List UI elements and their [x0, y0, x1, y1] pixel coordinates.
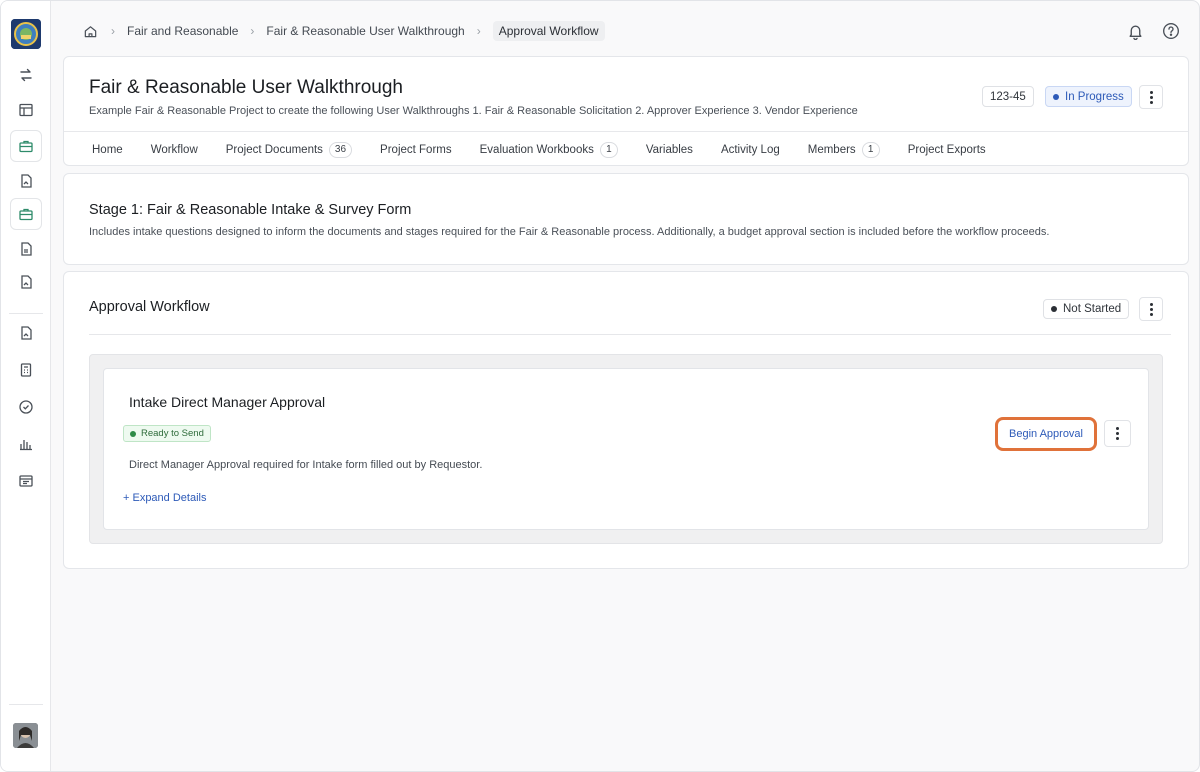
ready-status-badge: Ready to Send	[123, 425, 211, 442]
tab-label: Workflow	[150, 143, 198, 156]
project-tabs: Home Workflow Project Documents 36 Proje…	[64, 131, 1188, 167]
document-icon[interactable]	[10, 165, 42, 197]
tab-label: Variables	[645, 143, 693, 156]
breadcrumb-separator: ›	[111, 24, 115, 38]
breadcrumb-item[interactable]: Fair and Reasonable	[127, 24, 238, 38]
app-window: › Fair and Reasonable › Fair & Reasonabl…	[0, 0, 1200, 772]
swap-icon[interactable]	[10, 59, 42, 91]
sidebar-divider	[9, 704, 43, 705]
avatar[interactable]	[13, 723, 38, 748]
project-id: 123-45	[990, 90, 1026, 103]
ready-status-label: Ready to Send	[141, 428, 204, 439]
workflow-title: Approval Workflow	[89, 299, 210, 315]
project-header-card: Fair & Reasonable User Walkthrough Examp…	[63, 56, 1189, 166]
step-more-options-button[interactable]	[1104, 420, 1131, 447]
layout-icon[interactable]	[10, 94, 42, 126]
approval-step-description: Direct Manager Approval required for Int…	[129, 459, 483, 471]
tab-label: Project Forms	[380, 143, 452, 156]
tab-project-documents[interactable]: Project Documents 36	[225, 141, 353, 158]
list-icon[interactable]	[10, 465, 42, 497]
check-circle-icon[interactable]	[10, 391, 42, 423]
tab-members[interactable]: Members 1	[807, 141, 880, 158]
approval-step-card: Intake Direct Manager Approval Ready to …	[103, 368, 1149, 530]
divider	[89, 334, 1171, 335]
home-icon[interactable]	[83, 23, 99, 39]
workflow-more-options-button[interactable]	[1139, 297, 1163, 321]
status-badge: In Progress	[1045, 86, 1132, 107]
breadcrumb-current: Approval Workflow	[492, 21, 605, 41]
stage-card: Stage 1: Fair & Reasonable Intake & Surv…	[63, 173, 1189, 265]
project-description: Example Fair & Reasonable Project to cre…	[89, 105, 858, 117]
tab-workflow[interactable]: Workflow	[151, 144, 198, 156]
sidebar	[1, 1, 51, 771]
briefcase-icon[interactable]	[10, 198, 42, 230]
workflow-status-badge: Not Started	[1043, 299, 1130, 319]
bell-icon[interactable]	[1125, 21, 1145, 41]
tab-label: Project Exports	[907, 143, 986, 156]
project-title: Fair & Reasonable User Walkthrough	[89, 77, 403, 98]
tab-label: Evaluation Workbooks	[479, 143, 594, 156]
approval-steps-container: Intake Direct Manager Approval Ready to …	[89, 354, 1163, 544]
approval-step-title: Intake Direct Manager Approval	[129, 394, 326, 410]
tab-variables[interactable]: Variables	[646, 144, 693, 156]
project-id-chip: 123-45	[982, 86, 1034, 107]
tab-label: Members	[807, 143, 856, 156]
sidebar-divider	[9, 313, 43, 314]
help-icon[interactable]	[1161, 21, 1181, 41]
tab-label: Activity Log	[720, 143, 780, 156]
begin-approval-label: Begin Approval	[1009, 428, 1083, 440]
tab-project-forms[interactable]: Project Forms	[380, 144, 452, 156]
tab-label: Project Documents	[225, 143, 323, 156]
stage-description: Includes intake questions designed to in…	[89, 226, 1050, 238]
project-more-options-button[interactable]	[1139, 85, 1163, 109]
calculator-icon[interactable]	[10, 354, 42, 386]
tab-count-badge: 1	[861, 141, 880, 158]
stage-title: Stage 1: Fair & Reasonable Intake & Surv…	[89, 202, 412, 218]
status-dot	[1051, 306, 1057, 312]
tab-home[interactable]: Home	[92, 144, 123, 156]
status-dot	[1053, 93, 1059, 100]
document-icon[interactable]	[10, 233, 42, 265]
tab-count-badge: 36	[328, 141, 353, 158]
status-dot	[130, 430, 136, 437]
tab-evaluation-workbooks[interactable]: Evaluation Workbooks 1	[479, 141, 618, 158]
document-icon[interactable]	[10, 266, 42, 298]
document-icon[interactable]	[10, 317, 42, 349]
breadcrumb-separator: ›	[250, 24, 255, 38]
tab-project-exports[interactable]: Project Exports	[908, 144, 986, 156]
tab-label: Home	[92, 143, 123, 156]
organization-logo[interactable]	[11, 19, 41, 49]
begin-approval-button[interactable]: Begin Approval	[995, 417, 1097, 451]
workflow-status-label: Not Started	[1063, 303, 1122, 315]
tab-count-badge: 1	[599, 141, 618, 158]
bar-chart-icon[interactable]	[10, 428, 42, 460]
approval-workflow-card: Approval Workflow Not Started Intake Dir…	[63, 271, 1189, 569]
breadcrumb-item[interactable]: Fair & Reasonable User Walkthrough	[266, 24, 464, 38]
expand-details-link[interactable]: + Expand Details	[123, 492, 206, 504]
breadcrumb-separator: ›	[476, 24, 481, 38]
briefcase-icon[interactable]	[10, 130, 42, 162]
breadcrumb: › Fair and Reasonable › Fair & Reasonabl…	[83, 20, 605, 42]
status-label: In Progress	[1065, 90, 1124, 103]
tab-activity-log[interactable]: Activity Log	[721, 144, 780, 156]
